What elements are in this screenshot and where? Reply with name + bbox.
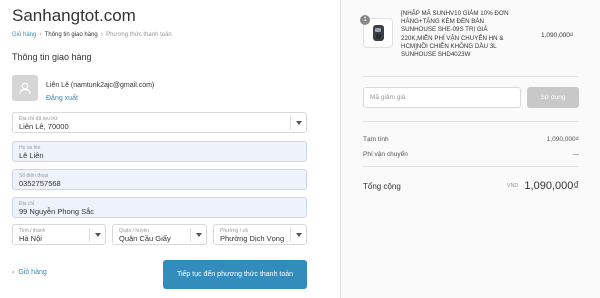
- total-row: Tổng cộng VND 1,090,000₫: [363, 180, 579, 192]
- order-summary: 1 [NHẬP MÃ SUNHV10 GIẢM 10% ĐƠN HÀNG+Tặn…: [340, 0, 600, 298]
- back-to-cart-link[interactable]: ‹ Giỏ hàng: [12, 269, 47, 276]
- breadcrumb-cart[interactable]: Giỏ hàng: [12, 32, 36, 38]
- apply-discount-button[interactable]: Sử dụng: [527, 87, 579, 108]
- breadcrumb-payment: Phương thức thanh toán: [106, 31, 172, 38]
- city-value: Hà Nội: [19, 234, 42, 243]
- address-field[interactable]: Địa chỉ 99 Nguyễn Phong Sắc: [12, 197, 307, 218]
- district-value: Quận Cầu Giấy: [119, 234, 171, 243]
- user-icon: [19, 82, 31, 95]
- product-name: [NHẬP MÃ SUNHV10 GIẢM 10% ĐƠN HÀNG+Tặng …: [401, 10, 509, 59]
- shipping-fee-label: Phí vận chuyển: [363, 151, 408, 158]
- breadcrumb: Giỏ hàng › Thông tin giao hàng › Phương …: [12, 31, 172, 38]
- chevron-down-icon[interactable]: [290, 228, 306, 242]
- ward-value: Phường Dịch Vọng: [220, 234, 285, 243]
- full-name-value: Lê Liên: [19, 151, 44, 160]
- shipping-fee-row: Phí vận chuyển —: [363, 151, 579, 158]
- full-name-field[interactable]: Họ và tên Lê Liên: [12, 141, 307, 162]
- user-info: Liên Lê (namtunk2ajc@gmail.com) Đăng xuấ…: [12, 74, 154, 102]
- chevron-down-icon[interactable]: [89, 228, 105, 242]
- shipping-fee-value: —: [572, 151, 580, 158]
- product-thumbnail: 1: [360, 15, 393, 48]
- cart-item: 1 [NHẬP MÃ SUNHV10 GIẢM 10% ĐƠN HÀNG+Tặn…: [360, 10, 519, 59]
- product-price: 1,090,000₫: [541, 32, 574, 39]
- phone-field[interactable]: Số điện thoại 0352757568: [12, 169, 307, 190]
- phone-value: 0352757568: [19, 179, 61, 188]
- currency-code: VND: [506, 183, 519, 189]
- breadcrumb-shipping: Thông tin giao hàng: [44, 31, 98, 38]
- address-value: 99 Nguyễn Phong Sắc: [19, 207, 95, 216]
- user-email: Liên Lê (namtunk2ajc@gmail.com): [46, 82, 155, 89]
- subtotal-label: Tạm tính: [363, 136, 389, 143]
- continue-to-payment-button[interactable]: Tiếp tục đến phương thức thanh toán: [163, 260, 307, 289]
- discount-code-input[interactable]: Mã giảm giá: [363, 87, 521, 108]
- quantity-badge: 1: [360, 15, 370, 25]
- subtotal-value: 1,090,000₫: [546, 136, 579, 143]
- logout-link[interactable]: Đăng xuất: [46, 95, 154, 102]
- checkout-main: Sanhangtot.com Giỏ hàng › Thông tin giao…: [0, 0, 340, 298]
- avatar: [12, 75, 38, 101]
- store-logo[interactable]: Sanhangtot.com: [12, 6, 136, 26]
- divider: [363, 166, 579, 167]
- saved-address-select[interactable]: Địa chỉ đã lưu trữ Liên Lê, 70000: [12, 112, 307, 133]
- chevron-right-icon: ›: [100, 31, 104, 38]
- back-to-cart-label: Giỏ hàng: [18, 269, 47, 276]
- saved-address-value: Liên Lê, 70000: [19, 122, 69, 131]
- divider: [363, 76, 579, 77]
- subtotal-row: Tạm tính 1,090,000₫: [363, 136, 579, 143]
- divider: [363, 121, 579, 122]
- ward-select[interactable]: Phường / xã Phường Dịch Vọng: [213, 224, 307, 245]
- section-title: Thông tin giao hàng: [12, 52, 92, 62]
- chevron-right-icon: ›: [39, 31, 42, 38]
- chevron-left-icon: ‹: [12, 269, 15, 276]
- city-select[interactable]: Tỉnh / thành Hà Nội: [12, 224, 106, 245]
- total-label: Tổng cộng: [363, 181, 401, 191]
- district-select[interactable]: Quận / huyện Quận Cầu Giấy: [112, 224, 207, 245]
- chevron-down-icon[interactable]: [190, 228, 206, 242]
- total-value: 1,090,000₫: [524, 180, 579, 192]
- chevron-down-icon[interactable]: [290, 116, 306, 130]
- total-amount: VND 1,090,000₫: [507, 180, 579, 192]
